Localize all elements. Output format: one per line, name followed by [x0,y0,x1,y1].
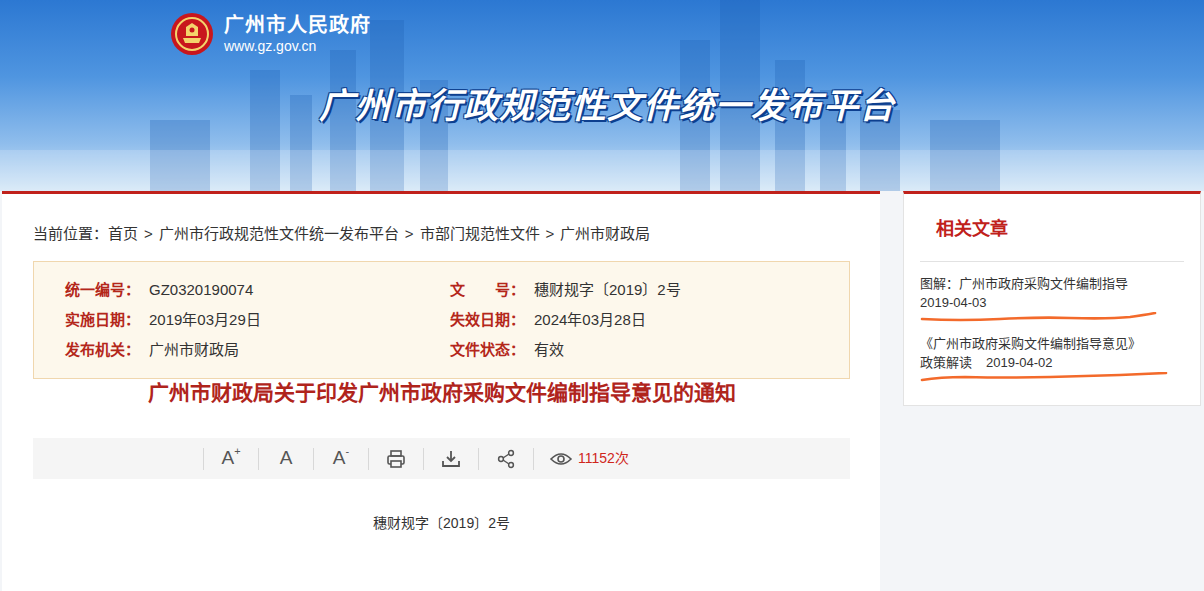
related-list: 图解：广州市政府采购文件编制指导 2019-04-03 《广州市政府采购文件编制指导… [920,274,1184,382]
breadcrumb-separator: > [405,225,414,242]
related-category: 政策解读 [920,355,972,370]
site-header: 广州市人民政府 www.gz.gov.cn 广州市行政规范性文件统一发布平台 [0,0,1204,191]
breadcrumb-label: 当前位置： [33,225,108,242]
info-label: 统一编号： [65,279,149,302]
related-date: 2019-04-03 [920,295,987,310]
info-value: 广州市财政局 [149,339,239,362]
share-button[interactable] [478,448,533,470]
font-smaller-button[interactable]: A- [313,448,368,470]
info-label: 实施日期： [65,309,149,332]
info-field: 实施日期：2019年03月29日 [65,305,450,335]
related-date: 2019-04-02 [986,355,1053,370]
breadcrumb-item[interactable]: 首页 [108,225,138,242]
info-label: 文 号： [450,279,534,302]
related-title: 图解：广州市政府采购文件编制指导 [920,276,1128,291]
info-label: 发布机关： [65,339,149,362]
breadcrumb-item[interactable]: 市部门规范性文件 [420,225,540,242]
breadcrumb-item[interactable]: 广州市财政局 [560,225,650,242]
info-field: 文 号：穗财规字〔2019〕2号 [450,275,839,305]
print-button[interactable] [368,448,423,470]
info-field: 失效日期：2024年03月28日 [450,305,839,335]
document-title: 广州市财政局关于印发广州市政府采购文件编制指导意见的通知 [33,379,850,407]
info-label: 失效日期： [450,309,534,332]
share-icon [496,449,516,469]
platform-title: 广州市行政规范性文件统一发布平台 [0,80,1204,133]
info-field: 统一编号：GZ0320190074 [65,275,450,305]
site-brand[interactable]: 广州市人民政府 www.gz.gov.cn [0,0,1204,56]
document-number: 穗财规字〔2019〕2号 [33,513,850,534]
view-count: 11152次 [533,448,629,470]
info-value: 2019年03月29日 [149,309,261,332]
font-letter: A [221,444,234,473]
toolbar: A+AA-11152次 [33,438,850,479]
document-info: 统一编号：GZ0320190074文 号：穗财规字〔2019〕2号实施日期：20… [33,261,850,379]
info-value: 有效 [534,339,564,362]
info-field: 发布机关：广州市财政局 [65,335,450,365]
related-link[interactable]: 《广州市政府采购文件编制指导意见》政策解读 2019-04-02 [920,334,1184,372]
related-link[interactable]: 图解：广州市政府采购文件编制指导 2019-04-03 [920,274,1184,312]
font-letter: A [333,444,346,473]
related-item[interactable]: 图解：广州市政府采购文件编制指导 2019-04-03 [920,274,1184,322]
main-panel: 当前位置：首页 > 广州市行政规范性文件统一发布平台 > 市部门规范性文件 > 广州市财政局… [2,191,880,591]
annotation-underline [920,372,1170,382]
related-panel: 相关文章 图解：广州市政府采购文件编制指导 2019-04-03 《广州市政府采购文… [903,191,1201,406]
download-icon [441,449,461,469]
download-button[interactable] [423,448,478,470]
info-value: 2024年03月28日 [534,309,646,332]
related-item[interactable]: 《广州市政府采购文件编制指导意见》政策解读 2019-04-02 [920,334,1184,382]
related-title: 《广州市政府采购文件编制指导意见》 [920,336,1141,351]
breadcrumb-item[interactable]: 广州市行政规范性文件统一发布平台 [159,225,399,242]
breadcrumb-separator: > [546,225,555,242]
info-field: 文件状态：有效 [450,335,839,365]
page-body: 当前位置：首页 > 广州市行政规范性文件统一发布平台 > 市部门规范性文件 > 广州市财政局… [0,191,1204,591]
annotation-underline [920,312,1170,322]
breadcrumb-separator: > [144,225,153,242]
print-icon [386,449,406,469]
site-name: 广州市人民政府 [224,13,371,37]
breadcrumb: 当前位置：首页 > 广州市行政规范性文件统一发布平台 > 市部门规范性文件 > 广州市财政局 [33,224,850,244]
site-url: www.gz.gov.cn [224,37,371,55]
view-count-text: 11152次 [578,448,629,469]
info-value: 穗财规字〔2019〕2号 [534,279,681,302]
info-value: GZ0320190074 [149,279,253,302]
eye-icon [550,452,572,466]
related-title: 相关文章 [920,194,1184,262]
font-larger-button[interactable]: A+ [203,448,258,470]
emblem-icon [170,12,214,56]
info-label: 文件状态： [450,339,534,362]
font-default-button[interactable]: A [258,448,313,470]
font-letter: A [280,444,293,473]
